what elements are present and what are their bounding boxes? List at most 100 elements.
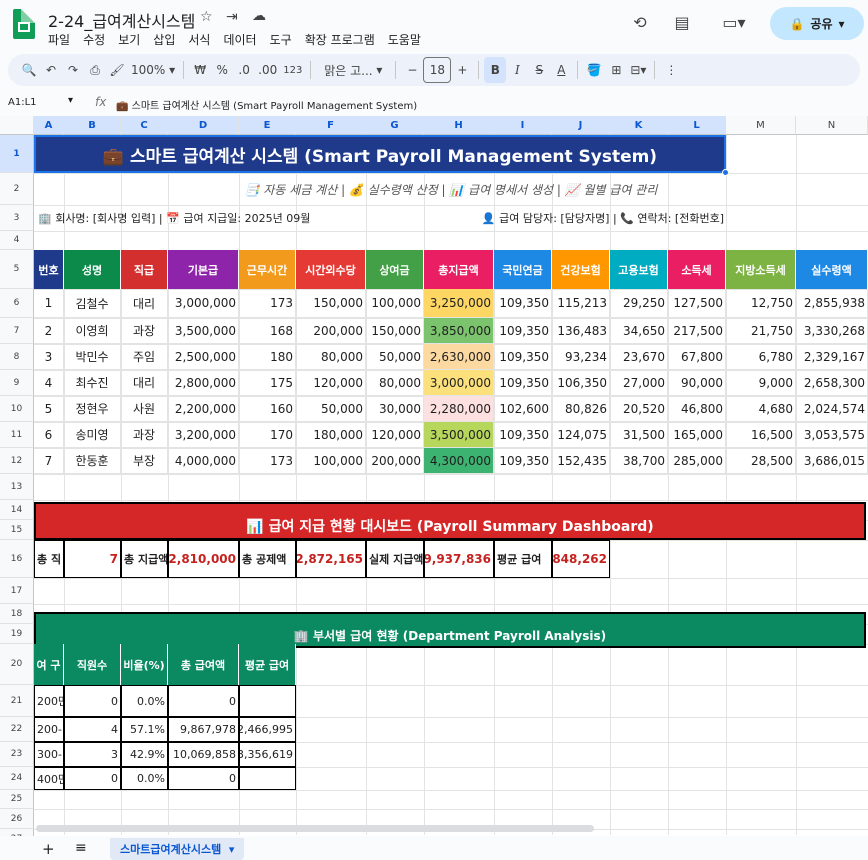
employee-data-cell[interactable]: 이영희 xyxy=(64,318,121,344)
column-header-C[interactable]: C xyxy=(121,116,168,135)
row-header-17[interactable]: 17 xyxy=(0,578,34,604)
department-data-cell[interactable]: 0 xyxy=(168,685,239,717)
row-header-13[interactable]: 13 xyxy=(0,474,34,500)
employee-data-cell[interactable]: 과장 xyxy=(121,422,168,448)
employee-data-cell[interactable]: 106,350 xyxy=(552,370,610,396)
employee-data-cell[interactable]: 200,000 xyxy=(366,448,424,474)
column-header-L[interactable]: L xyxy=(668,116,726,135)
employee-data-cell[interactable]: 80,000 xyxy=(366,370,424,396)
employee-data-cell[interactable]: 150,000 xyxy=(366,318,424,344)
row-header-21[interactable]: 21 xyxy=(0,685,34,717)
column-header-K[interactable]: K xyxy=(610,116,668,135)
percent-format-button[interactable]: % xyxy=(211,57,233,83)
employee-data-cell[interactable]: 173 xyxy=(239,448,296,474)
menu-view[interactable]: 보기 xyxy=(118,33,140,47)
row-header-24[interactable]: 24 xyxy=(0,767,34,790)
employee-data-cell[interactable]: 50,000 xyxy=(296,396,366,422)
department-data-cell[interactable]: 0 xyxy=(64,767,121,790)
column-header-B[interactable]: B xyxy=(64,116,121,135)
row-header-4[interactable]: 4 xyxy=(0,231,34,250)
employee-data-cell[interactable]: 9,000 xyxy=(726,370,796,396)
employee-data-cell[interactable]: 109,350 xyxy=(494,289,552,318)
font-select[interactable]: 맑은 고... ▾ xyxy=(316,57,390,83)
employee-data-cell[interactable]: 3,686,015 xyxy=(796,448,868,474)
column-header-F[interactable]: F xyxy=(296,116,366,135)
department-data-cell[interactable]: 3,356,619 xyxy=(239,742,296,767)
employee-data-cell[interactable]: 120,000 xyxy=(366,422,424,448)
employee-data-cell[interactable]: 34,650 xyxy=(610,318,668,344)
department-data-cell[interactable]: 0 xyxy=(64,685,121,717)
employee-number-cell[interactable]: 5 xyxy=(34,396,64,422)
search-menus-icon[interactable]: 🔍 xyxy=(18,57,40,83)
employee-data-cell[interactable]: 2,800,000 xyxy=(168,370,239,396)
column-header-N[interactable]: N xyxy=(796,116,868,135)
horizontal-scrollbar[interactable] xyxy=(36,825,594,832)
row-header-5[interactable]: 5 xyxy=(0,250,34,289)
employee-data-cell[interactable]: 200,000 xyxy=(296,318,366,344)
sheets-logo-icon[interactable] xyxy=(13,9,35,39)
department-data-cell[interactable] xyxy=(239,767,296,790)
employee-data-cell[interactable]: 4,300,000 xyxy=(424,448,494,474)
employee-data-cell[interactable]: 217,500 xyxy=(668,318,726,344)
employee-data-cell[interactable]: 50,000 xyxy=(366,344,424,370)
employee-data-cell[interactable]: 67,800 xyxy=(668,344,726,370)
font-size-input[interactable]: 18 xyxy=(423,57,452,83)
column-header-M[interactable]: M xyxy=(726,116,796,135)
employee-data-cell[interactable]: 150,000 xyxy=(296,289,366,318)
row-header-14[interactable]: 14 xyxy=(0,500,34,520)
menu-edit[interactable]: 수정 xyxy=(83,33,105,47)
employee-data-cell[interactable]: 송미영 xyxy=(64,422,121,448)
employee-data-cell[interactable]: 136,483 xyxy=(552,318,610,344)
spreadsheet-grid[interactable]: A B C D E F G H I J K L M N 1 2 3 4 5 6 7 8 9 10 11 12 13 14 15 16 17 1… xyxy=(0,116,868,836)
text-color-button[interactable]: A xyxy=(550,57,572,83)
employee-number-cell[interactable]: 7 xyxy=(34,448,64,474)
name-box[interactable]: A1:L1 xyxy=(8,97,37,108)
employee-data-cell[interactable]: 김철수 xyxy=(64,289,121,318)
employee-data-cell[interactable]: 사원 xyxy=(121,396,168,422)
row-header-12[interactable]: 12 xyxy=(0,448,34,474)
employee-data-cell[interactable]: 2,630,000 xyxy=(424,344,494,370)
employee-data-cell[interactable]: 3,000,000 xyxy=(168,289,239,318)
add-sheet-icon[interactable]: + xyxy=(42,840,55,858)
employee-data-cell[interactable]: 6,780 xyxy=(726,344,796,370)
font-size-increase-button[interactable]: + xyxy=(451,57,473,83)
zoom-select[interactable]: 100% ▾ xyxy=(128,57,178,83)
name-box-dropdown-icon[interactable]: ▾ xyxy=(68,95,73,106)
employee-data-cell[interactable]: 102,600 xyxy=(494,396,552,422)
column-header-I[interactable]: I xyxy=(494,116,552,135)
row-header-20[interactable]: 20 xyxy=(0,644,34,685)
menu-extensions[interactable]: 확장 프로그램 xyxy=(305,33,375,47)
row-header-10[interactable]: 10 xyxy=(0,396,34,422)
employee-data-cell[interactable]: 30,000 xyxy=(366,396,424,422)
decrease-decimal-button[interactable]: .0 xyxy=(233,57,255,83)
department-data-cell[interactable]: 42.9% xyxy=(121,742,168,767)
employee-data-cell[interactable]: 과장 xyxy=(121,318,168,344)
share-button[interactable]: 🔒 공유 ▾ xyxy=(770,7,864,40)
department-data-cell[interactable]: 10,069,858 xyxy=(168,742,239,767)
undo-icon[interactable]: ↶ xyxy=(40,57,62,83)
employee-data-cell[interactable]: 12,750 xyxy=(726,289,796,318)
history-icon[interactable]: ⟲ xyxy=(626,8,654,36)
column-header-E[interactable]: E xyxy=(239,116,296,135)
employee-data-cell[interactable]: 28,500 xyxy=(726,448,796,474)
more-options-icon[interactable]: ⋮ xyxy=(660,57,682,83)
employee-data-cell[interactable]: 최수진 xyxy=(64,370,121,396)
department-data-cell[interactable]: 300- xyxy=(34,742,64,767)
employee-data-cell[interactable]: 2,280,000 xyxy=(424,396,494,422)
employee-data-cell[interactable]: 46,800 xyxy=(668,396,726,422)
employee-number-cell[interactable]: 3 xyxy=(34,344,64,370)
employee-number-cell[interactable]: 6 xyxy=(34,422,64,448)
employee-number-cell[interactable]: 1 xyxy=(34,289,64,318)
document-title[interactable]: 2-24_급여계산시스템 xyxy=(48,8,195,32)
employee-data-cell[interactable]: 대리 xyxy=(121,289,168,318)
employee-data-cell[interactable]: 109,350 xyxy=(494,318,552,344)
department-data-cell[interactable]: 0.0% xyxy=(121,767,168,790)
row-header-25[interactable]: 25 xyxy=(0,790,34,809)
employee-data-cell[interactable]: 80,000 xyxy=(296,344,366,370)
employee-number-cell[interactable]: 2 xyxy=(34,318,64,344)
employee-data-cell[interactable]: 90,000 xyxy=(668,370,726,396)
move-folder-icon[interactable]: ⇥ xyxy=(226,9,238,25)
row-header-11[interactable]: 11 xyxy=(0,422,34,448)
employee-data-cell[interactable]: 180,000 xyxy=(296,422,366,448)
employee-data-cell[interactable]: 109,350 xyxy=(494,370,552,396)
